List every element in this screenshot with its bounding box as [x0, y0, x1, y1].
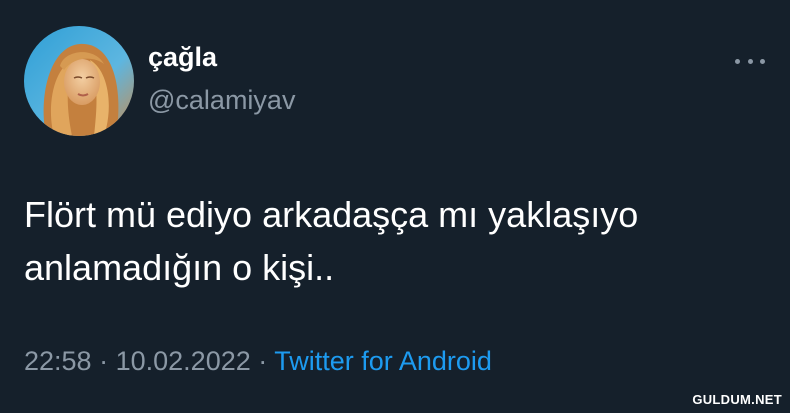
meta-separator: · — [99, 346, 109, 376]
author-display-name[interactable]: çağla — [148, 44, 217, 71]
more-dot — [735, 58, 740, 64]
tweet-metadata: 22:58 · 10.02.2022 · Twitter for Android — [24, 348, 492, 375]
avatar-image — [24, 26, 134, 136]
tweet-text-line: anlamadığın o kişi.. — [24, 247, 335, 288]
tweet-date[interactable]: 10.02.2022 — [116, 346, 251, 376]
meta-separator: · — [258, 346, 268, 376]
more-dot — [747, 58, 753, 64]
site-watermark: GULDUM.NET — [692, 392, 782, 407]
tweet-text-line: Flört mü ediyo arkadaşça mı yaklaşıyo — [24, 194, 639, 235]
author-handle[interactable]: @calamiyav — [148, 87, 295, 114]
more-dot — [760, 58, 765, 64]
avatar[interactable] — [24, 26, 134, 136]
tweet-time[interactable]: 22:58 — [24, 346, 92, 376]
tweet-source-link[interactable]: Twitter for Android — [274, 346, 492, 376]
tweet-text: Flört mü ediyo arkadaşça mı yaklaşıyo an… — [24, 188, 764, 294]
more-horizontal-icon[interactable] — [735, 54, 765, 68]
